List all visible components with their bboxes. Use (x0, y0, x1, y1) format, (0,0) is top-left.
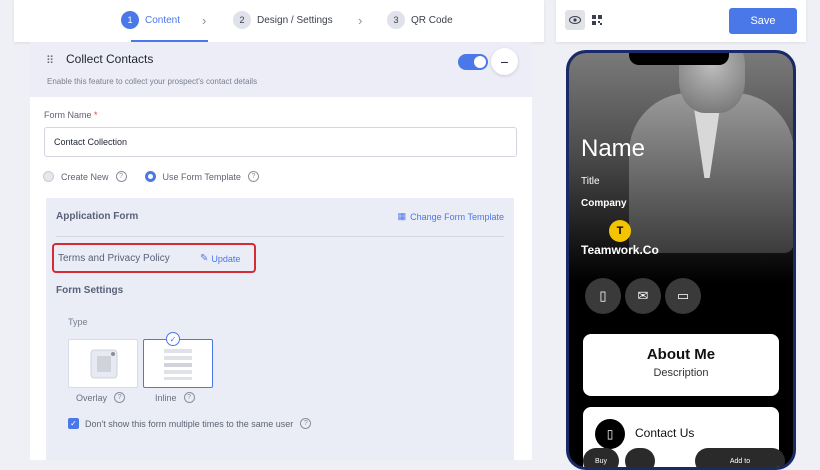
collect-contacts-title: Collect Contacts (66, 52, 154, 66)
dont-show-again-checkbox[interactable]: ✓ (68, 418, 79, 429)
selected-check-icon: ✓ (166, 332, 180, 346)
change-form-template-text: Change Form Template (410, 211, 504, 222)
collapse-button[interactable]: − (491, 48, 518, 75)
card-name: Name (581, 135, 646, 162)
use-template-radio[interactable] (144, 171, 156, 182)
update-terms-button[interactable]: ✎ Update (200, 253, 240, 264)
form-settings-title: Form Settings (56, 285, 124, 296)
step-qr-code[interactable]: 3 QR Code (387, 11, 453, 29)
company-logo: T (609, 220, 631, 242)
about-me-description: Description (653, 367, 709, 379)
create-new-label: Create New (61, 171, 109, 182)
help-icon[interactable]: ? (183, 392, 195, 403)
required-mark: * (94, 110, 98, 120)
form-name-input[interactable]: Contact Collection (44, 127, 517, 157)
chevron-right-icon: › (358, 13, 363, 28)
collect-contacts-subtitle: Enable this feature to collect your pros… (47, 77, 258, 86)
sms-action-button[interactable]: ▭ (665, 278, 701, 314)
collect-contacts-section: ⠿ Collect Contacts Enable this feature t… (30, 42, 532, 97)
content-editor: ⠿ Collect Contacts Enable this feature t… (30, 42, 532, 460)
step-number: 1 (121, 11, 139, 29)
inline-label: Inline (155, 392, 177, 403)
dont-show-again-row: ✓ Don't show this form multiple times to… (68, 418, 312, 429)
fab-button[interactable] (625, 448, 655, 467)
dont-show-again-label: Don't show this form multiple times to t… (85, 418, 294, 429)
overlay-preview-icon (90, 349, 118, 379)
inline-preview-icon (164, 349, 192, 380)
grid-icon: ▦ (397, 211, 407, 221)
contact-us-label: Contact Us (635, 426, 695, 440)
application-form-panel: Application Form ▦ Change Form Template … (46, 198, 514, 460)
step-label: Content (145, 14, 181, 26)
inline-type-name: Inline ? (155, 392, 195, 403)
help-icon[interactable]: ? (300, 418, 312, 429)
step-content[interactable]: 1 Content (121, 11, 180, 29)
terms-privacy-label: Terms and Privacy Policy (58, 253, 170, 264)
change-form-template-link[interactable]: ▦ Change Form Template (398, 211, 504, 222)
pencil-icon: ✎ (200, 253, 209, 264)
preview-toolbar: Save (556, 0, 806, 42)
chevron-right-icon: › (202, 13, 207, 28)
phone-action-button[interactable]: ▯ (585, 278, 621, 314)
application-form-title: Application Form (56, 211, 139, 222)
step-number: 2 (233, 11, 251, 29)
company-brand: Teamwork.Co (581, 243, 659, 257)
help-icon[interactable]: ? (247, 171, 259, 182)
phone-preview: Name Title Company T Teamwork.Co ▯ ✉ ▭ A… (566, 50, 796, 470)
overlay-type-card[interactable] (68, 339, 138, 388)
step-design-settings[interactable]: 2 Design / Settings (233, 11, 333, 29)
form-source-options: Create New ? Use Form Template ? (43, 171, 259, 182)
qr-code-icon[interactable] (587, 10, 607, 30)
card-title: Title (581, 176, 600, 187)
card-company: Company (581, 198, 627, 209)
type-label: Type (68, 317, 88, 327)
drag-handle-icon[interactable]: ⠿ (46, 54, 54, 67)
phone-notch (629, 53, 729, 65)
step-label: Design / Settings (257, 14, 333, 26)
collect-contacts-toggle[interactable] (458, 54, 488, 70)
mobile-phone-icon: ▯ (595, 419, 625, 449)
help-icon[interactable]: ? (114, 392, 126, 403)
mobile-phone-icon: ▯ (599, 288, 607, 303)
overlay-label: Overlay (76, 392, 108, 403)
buy-button[interactable]: Buy (583, 448, 619, 467)
terms-privacy-highlight: Terms and Privacy Policy ✎ Update (52, 243, 256, 273)
stepper-header: 1 Content › 2 Design / Settings › 3 QR C… (14, 0, 544, 42)
inline-type-card[interactable] (143, 339, 213, 388)
minus-icon: − (500, 53, 509, 70)
message-icon: ▭ (676, 288, 690, 303)
add-to-contacts-button[interactable]: Add to (695, 448, 785, 467)
save-button[interactable]: Save (729, 8, 797, 34)
step-number: 3 (387, 11, 405, 29)
divider (56, 236, 504, 237)
overlay-type-name: Overlay ? (76, 392, 126, 403)
form-name-label-text: Form Name (44, 110, 92, 120)
create-new-radio[interactable] (43, 171, 54, 182)
form-name-label: Form Name * (44, 110, 98, 120)
step-label: QR Code (411, 14, 453, 26)
email-action-button[interactable]: ✉ (625, 278, 661, 314)
about-me-title: About Me (646, 346, 716, 363)
eye-icon[interactable] (565, 10, 585, 30)
help-icon[interactable]: ? (115, 171, 127, 182)
update-label: Update (211, 253, 241, 264)
use-template-label: Use Form Template (162, 171, 241, 182)
about-me-card: About Me Description (583, 334, 779, 396)
mail-icon: ✉ (637, 288, 649, 303)
